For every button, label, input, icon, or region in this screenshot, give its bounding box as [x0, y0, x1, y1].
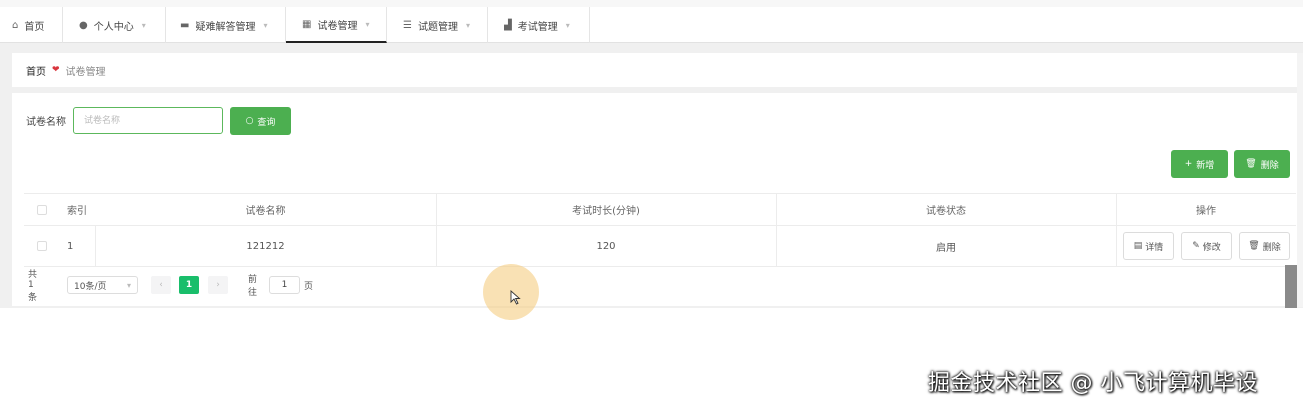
- detail-button-label: 详情: [1145, 242, 1164, 253]
- tab-label: 试题管理: [417, 21, 458, 33]
- chevron-down-icon: ▾: [365, 19, 370, 29]
- tab-exam-management[interactable]: ▟ 考试管理 ▾: [488, 7, 590, 43]
- tab-faq-management[interactable]: ▬ 疑难解答管理 ▾: [166, 7, 286, 43]
- column-header: 操作: [1196, 206, 1216, 217]
- column-header: 试卷名称: [245, 206, 286, 217]
- column-header: 索引: [67, 206, 87, 217]
- row-status: 启用: [936, 242, 956, 254]
- tab-home[interactable]: ⌂ 首页: [0, 7, 63, 43]
- goto-page-input[interactable]: 1: [269, 276, 300, 294]
- chevron-down-icon: ▾: [263, 20, 268, 30]
- watermark: 掘金技术社区 @ 小飞计算机毕设: [928, 371, 1258, 396]
- batch-delete-button[interactable]: 🗑 删除: [1234, 150, 1290, 178]
- batch-delete-label: 删除: [1260, 160, 1279, 171]
- list-icon: ☰: [403, 19, 412, 31]
- search-input[interactable]: [73, 107, 223, 134]
- breadcrumb: 首页 ❤ 试卷管理: [12, 53, 1297, 87]
- page-unit-label: 页: [304, 281, 314, 292]
- column-header: 试卷状态: [926, 206, 966, 217]
- table-header: 索引 试卷名称 考试时长(分钟) 试卷状态 操作: [24, 194, 1296, 226]
- main-panel: 试卷名称 ○ 查询 + 新增 🗑 删除 索引 试卷名称 考试时长(分钟) 试卷状…: [12, 93, 1297, 306]
- page-size-value: 10条/页: [74, 281, 107, 292]
- tab-label: 考试管理: [517, 21, 558, 33]
- row-index: 1: [67, 240, 74, 252]
- tab-label: 首页: [24, 21, 45, 33]
- query-button-label: 查询: [257, 117, 276, 128]
- tab-paper-management[interactable]: ▦ 试卷管理 ▾: [286, 7, 387, 43]
- row-delete-label: 删除: [1262, 242, 1281, 253]
- chevron-down-icon: ▾: [141, 20, 146, 30]
- tab-label: 试卷管理: [317, 20, 358, 32]
- row-delete-button[interactable]: 🗑 删除: [1239, 232, 1290, 260]
- add-button-label: 新增: [1196, 160, 1215, 171]
- row-select-cell: [37, 226, 47, 266]
- trash-icon: 🗑: [1245, 159, 1257, 169]
- goto-label: 前往: [248, 275, 258, 298]
- row-duration: 120: [596, 240, 616, 252]
- page-number-current[interactable]: 1: [179, 276, 199, 294]
- edit-button-label: 修改: [1202, 242, 1221, 253]
- tab-question-management[interactable]: ☰ 试题管理 ▾: [387, 7, 488, 43]
- chart-icon: ▟: [504, 19, 512, 31]
- search-label: 试卷名称: [26, 117, 66, 128]
- edit-button[interactable]: ✎ 修改: [1181, 232, 1232, 260]
- page-size-select[interactable]: 10条/页 ▾: [67, 276, 138, 294]
- row-paper-name: 121212: [246, 240, 285, 252]
- column-header: 考试时长(分钟): [572, 206, 640, 217]
- chevron-down-icon: ▾: [126, 280, 131, 290]
- table-row: 1 121212 120 启用 ▤ 详情 ✎ 修改 🗑 删除: [24, 226, 1296, 267]
- ticket-icon: ▬: [180, 19, 190, 31]
- chevron-down-icon: ▾: [565, 20, 570, 30]
- add-button[interactable]: + 新增: [1171, 150, 1228, 178]
- paper-table: 索引 试卷名称 考试时长(分钟) 试卷状态 操作 1 121212 120 启用…: [24, 193, 1296, 267]
- search-icon: ○: [245, 116, 254, 126]
- cursor-arrow-icon: [510, 290, 521, 305]
- query-button[interactable]: ○ 查询: [230, 107, 291, 135]
- scrollbar-track[interactable]: [1297, 53, 1303, 307]
- trash-icon: 🗑: [1248, 241, 1260, 251]
- breadcrumb-home[interactable]: 首页: [26, 63, 46, 78]
- tab-label: 疑难解答管理: [195, 21, 256, 33]
- tab-label: 个人中心: [93, 21, 134, 33]
- nav-tabs: ⌂ 首页 ● 个人中心 ▾ ▬ 疑难解答管理 ▾ ▦ 试卷管理 ▾ ☰ 试题管理…: [0, 7, 1303, 43]
- scrollbar-thumb[interactable]: [1285, 265, 1297, 309]
- document-icon: ▤: [1133, 241, 1143, 251]
- detail-button[interactable]: ▤ 详情: [1123, 232, 1174, 260]
- user-icon: ●: [79, 19, 88, 31]
- heart-icon: ❤: [52, 65, 60, 75]
- breadcrumb-current: 试卷管理: [65, 66, 106, 78]
- home-icon: ⌂: [12, 19, 19, 31]
- chevron-down-icon: ▾: [465, 20, 470, 30]
- tab-personal-center[interactable]: ● 个人中心 ▾: [63, 7, 166, 43]
- column-divider: [1116, 226, 1117, 266]
- total-count: 共 1 条: [28, 270, 38, 303]
- next-page-button[interactable]: ›: [208, 276, 228, 294]
- edit-icon: ✎: [1192, 241, 1200, 251]
- top-strip: [0, 0, 1303, 7]
- prev-page-button[interactable]: ‹: [151, 276, 171, 294]
- row-checkbox[interactable]: [37, 241, 47, 251]
- select-all-cell: [37, 194, 47, 225]
- plus-icon: +: [1184, 159, 1193, 169]
- grid-icon: ▦: [302, 18, 312, 30]
- select-all-checkbox[interactable]: [37, 204, 47, 215]
